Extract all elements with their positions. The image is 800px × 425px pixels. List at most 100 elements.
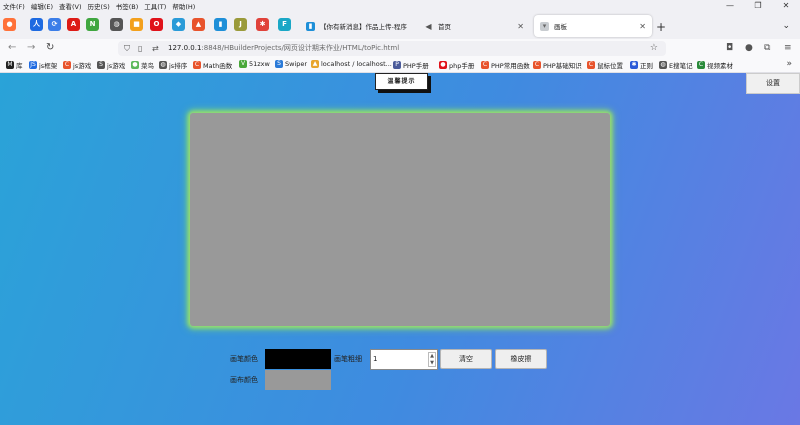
js-icon[interactable]: J — [234, 18, 247, 31]
pocket-icon[interactable]: ◘ — [726, 41, 733, 55]
bookmark-label: E搜笔记 — [669, 62, 693, 70]
bookmark-item[interactable]: M库 — [6, 60, 23, 70]
pinwheel-icon[interactable]: ✱ — [256, 18, 269, 31]
bookmark-label: 鼠标位置 — [597, 62, 623, 70]
tab-home[interactable]: ◀ 首页 ✕ — [418, 15, 530, 37]
pen-color-picker[interactable] — [265, 349, 331, 369]
url-bar[interactable]: ⛉ ▯ ⇄ 127.0.0.1:8848/HBuilderProjects/网页… — [118, 41, 666, 56]
menu-edit[interactable]: 编辑(E) — [28, 1, 56, 11]
minimize-button[interactable]: — — [716, 0, 744, 11]
bookmark-favicon-icon: C — [481, 61, 489, 69]
bookmark-item[interactable]: C PHP常用函数 — [481, 60, 530, 70]
bookmark-favicon-icon: C — [587, 61, 595, 69]
bookmark-item[interactable]: ● 菜鸟 — [131, 60, 154, 70]
extensions-icon[interactable]: ⧉ — [764, 41, 770, 55]
speaker-icon: ◀ — [425, 21, 432, 31]
bookmark-item[interactable]: C 视频素材 — [697, 60, 733, 70]
spinner-arrows-icon[interactable]: ▲ ▼ — [428, 352, 436, 367]
bookmark-item[interactable]: JS js框架 — [29, 60, 57, 70]
page-icon: ▾ — [540, 21, 549, 31]
permissions-icon[interactable]: ⇄ — [152, 42, 159, 55]
url-host: 127.0.0.1 — [168, 44, 202, 52]
url-path: :8848/HBuilderProjects/网页设计期末作业/HTML/toP… — [201, 44, 400, 52]
pen-color-label: 画笔颜色 — [230, 355, 258, 363]
bookmark-item[interactable]: ✱ 正则 — [630, 60, 653, 70]
menu-history[interactable]: 历史(S) — [85, 1, 113, 11]
opera-icon[interactable]: O — [150, 18, 163, 31]
restore-button[interactable]: ❐ — [744, 0, 772, 11]
close-window-button[interactable]: ✕ — [772, 0, 800, 11]
menu-bookmarks[interactable]: 书签(B) — [113, 1, 142, 11]
tab-drawing-board[interactable]: ▾ 画板 ✕ — [534, 15, 652, 37]
bookmark-label: Swiper — [285, 60, 308, 68]
bookmark-label: PHP常用函数 — [491, 62, 530, 70]
angular-icon[interactable]: A — [67, 18, 80, 31]
clear-button[interactable]: 清空 — [440, 349, 492, 369]
page-info-icon[interactable]: ▯ — [138, 42, 142, 55]
bookmark-label: 正则 — [640, 62, 653, 70]
reload-button[interactable]: ↻ — [46, 41, 54, 55]
more-bookmarks-icon[interactable]: » — [786, 59, 792, 69]
menu-file[interactable]: 文件(F) — [0, 1, 28, 11]
menu-view[interactable]: 查看(V) — [56, 1, 85, 11]
bookmark-label: PHP手册 — [403, 62, 429, 70]
vue-icon[interactable]: ▲ — [192, 18, 205, 31]
globe-icon[interactable]: ◍ — [110, 18, 123, 31]
bookmark-item[interactable]: ◍ E搜笔记 — [659, 60, 693, 70]
bookmark-label: 库 — [16, 62, 23, 70]
bookmark-item[interactable]: Sjs游戏 — [97, 60, 125, 70]
settings-button[interactable]: 设置 — [746, 73, 800, 94]
close-tab-icon[interactable]: ✕ — [517, 22, 524, 31]
navigation-bar: ← → ↻ ⛉ ▯ ⇄ 127.0.0.1:8848/HBuilderProje… — [0, 39, 800, 57]
bookmark-item[interactable]: P PHP手册 — [393, 60, 429, 70]
bookmark-star-icon[interactable]: ☆ — [650, 41, 658, 56]
bookmark-favicon-icon: ◍ — [159, 61, 167, 69]
back-button[interactable]: ← — [8, 41, 16, 55]
drawing-canvas[interactable] — [190, 113, 610, 326]
new-tab-button[interactable]: + — [656, 20, 666, 34]
tag-icon[interactable]: ▮ — [214, 18, 227, 31]
bookmark-label: Math函数 — [203, 62, 233, 70]
bookmark-item[interactable]: ◍ js排序 — [159, 60, 187, 70]
eraser-button[interactable]: 橡皮擦 — [495, 349, 547, 369]
bookmark-label: PHP基础知识 — [543, 62, 582, 70]
typescript-icon[interactable]: F — [278, 18, 291, 31]
bookmark-favicon-icon: P — [393, 61, 401, 69]
pen-width-label: 画笔粗细 — [334, 355, 362, 363]
tip-button[interactable]: 温馨提示 — [375, 73, 428, 90]
bookmark-item[interactable]: S Swiper — [275, 60, 307, 68]
url-text[interactable]: 127.0.0.1:8848/HBuilderProjects/网页设计期末作业… — [168, 41, 399, 56]
tab-title: 画板 — [554, 23, 567, 31]
app-menu-icon[interactable]: ≡ — [784, 41, 792, 55]
forward-button[interactable]: → — [27, 41, 35, 55]
bookmark-label: 菜鸟 — [141, 62, 154, 70]
bookmark-item[interactable]: V 51zxw — [239, 60, 270, 68]
bookmark-item[interactable]: Cjs游戏 — [63, 60, 91, 70]
swirl-icon[interactable]: ⟳ — [48, 18, 61, 31]
close-tab-icon[interactable]: ✕ — [639, 22, 646, 31]
n-logo-icon[interactable]: N — [86, 18, 99, 31]
bookmark-item[interactable]: C PHP基础知识 — [533, 60, 582, 70]
baidu-icon[interactable]: 人 — [30, 18, 43, 31]
bookmarks-bar: M 库 JS js框架 Cjs游戏 Sjs游戏 ● 菜鸟 ◍ js排序 C Math函数 V 51zxw S… — [0, 57, 800, 73]
menu-help[interactable]: 帮助(H) — [169, 1, 198, 11]
network-icon[interactable]: ◆ — [172, 18, 185, 31]
canvas-color-picker[interactable] — [265, 370, 331, 390]
upload-site-icon: ▮ — [306, 21, 315, 31]
bookmark-item[interactable]: ▲ localhost / localhost... — [311, 60, 392, 68]
pen-width-input[interactable]: 1 ▲ ▼ — [370, 349, 438, 370]
bookmark-favicon-icon: C — [697, 61, 705, 69]
bookmark-item[interactable]: ● php手册 — [439, 60, 474, 70]
firefox-icon[interactable]: ● — [3, 18, 16, 31]
account-icon[interactable]: ● — [745, 41, 753, 55]
bookmark-item[interactable]: C 鼠标位置 — [587, 60, 623, 70]
bookmark-item[interactable]: C Math函数 — [193, 60, 232, 70]
shield-icon[interactable]: ⛉ — [124, 42, 130, 55]
pen-width-value: 1 — [373, 355, 378, 363]
tab-upload[interactable]: ▮ 【你有新消息】作品上传-程序 — [300, 15, 418, 37]
bookmark-favicon-icon: ✱ — [630, 61, 638, 69]
bookmark-favicon-icon: V — [239, 60, 247, 68]
folder-icon[interactable]: ■ — [130, 18, 143, 31]
list-tabs-icon[interactable]: ⌄ — [782, 21, 790, 31]
menu-tools[interactable]: 工具(T) — [141, 1, 169, 11]
